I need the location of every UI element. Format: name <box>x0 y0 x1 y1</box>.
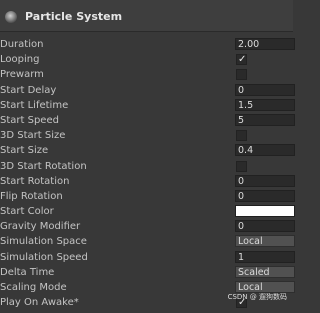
simulation-speed-field[interactable]: 1 <box>235 250 295 263</box>
property-label: Simulation Speed <box>0 251 88 263</box>
start-lifetime-field[interactable]: 1.5 <box>235 98 295 111</box>
property-label: Flip Rotation <box>0 190 63 202</box>
checkmark-icon: ✓ <box>238 54 247 66</box>
delta-time-dropdown[interactable]: Scaled <box>235 265 295 278</box>
property-row-gravity-modifier: Gravity Modifier 0 <box>0 219 295 234</box>
property-row-start-speed: Start Speed 5 <box>0 113 295 128</box>
property-label: Looping <box>0 54 40 66</box>
property-row-prewarm: Prewarm <box>0 67 293 82</box>
3d-start-size-checkbox[interactable] <box>236 130 247 142</box>
watermark-text: CSDN @ 遛狗数码 <box>227 293 287 301</box>
start-color-swatch[interactable] <box>235 205 295 218</box>
component-title: Particle System <box>25 10 123 23</box>
flip-rotation-field[interactable]: 0 <box>235 189 295 202</box>
property-row-3d-start-size: 3D Start Size <box>0 128 293 143</box>
property-label: 3D Start Rotation <box>0 160 87 172</box>
property-row-looping: Looping ✓ <box>0 52 293 67</box>
property-label: Delta Time <box>0 266 55 278</box>
property-row-flip-rotation: Flip Rotation 0 <box>0 189 295 204</box>
property-label: Gravity Modifier <box>0 221 81 233</box>
component-header[interactable]: Particle System <box>0 0 293 32</box>
property-row-simulation-speed: Simulation Speed 1 <box>0 250 295 265</box>
property-row-start-rotation: Start Rotation 0 <box>0 174 295 189</box>
property-label: Start Size <box>0 145 49 157</box>
simulation-space-dropdown[interactable]: Local <box>235 235 295 248</box>
property-label: 3D Start Size <box>0 130 66 142</box>
particle-system-icon <box>5 11 17 23</box>
property-label: Start Speed <box>0 114 59 126</box>
property-label: Prewarm <box>0 69 44 81</box>
property-row-start-color: Start Color <box>0 204 295 219</box>
gravity-modifier-field[interactable]: 0 <box>235 220 295 233</box>
property-label: Start Rotation <box>0 175 70 187</box>
3d-start-rotation-checkbox[interactable] <box>236 160 247 172</box>
property-row-start-size: Start Size 0.4 <box>0 143 295 158</box>
start-rotation-field[interactable]: 0 <box>235 174 295 187</box>
property-row-duration: Duration 2.00 <box>0 37 295 52</box>
property-row-start-lifetime: Start Lifetime 1.5 <box>0 98 295 113</box>
property-label: Scaling Mode <box>0 282 67 293</box>
prewarm-checkbox[interactable] <box>236 69 247 81</box>
looping-checkbox[interactable]: ✓ <box>236 54 247 66</box>
start-delay-field[interactable]: 0 <box>235 83 295 96</box>
property-label: Start Lifetime <box>0 99 69 111</box>
duration-field[interactable]: 2.00 <box>235 38 295 50</box>
property-row-simulation-space: Simulation Space Local <box>0 234 295 249</box>
property-row-start-delay: Start Delay 0 <box>0 83 295 98</box>
start-size-field[interactable]: 0.4 <box>235 144 295 157</box>
property-row-delta-time: Delta Time Scaled <box>0 265 295 280</box>
property-label: Start Delay <box>0 84 57 96</box>
start-speed-field[interactable]: 5 <box>235 113 295 126</box>
property-label: Play On Awake* <box>0 297 79 309</box>
property-list: Duration 2.00 Looping ✓ Prewarm Start Delay 0 S… <box>0 37 295 310</box>
property-label: Duration <box>0 39 44 50</box>
property-row-3d-start-rotation: 3D Start Rotation <box>0 159 293 174</box>
property-label: Start Color <box>0 206 54 218</box>
property-label: Simulation Space <box>0 236 87 248</box>
